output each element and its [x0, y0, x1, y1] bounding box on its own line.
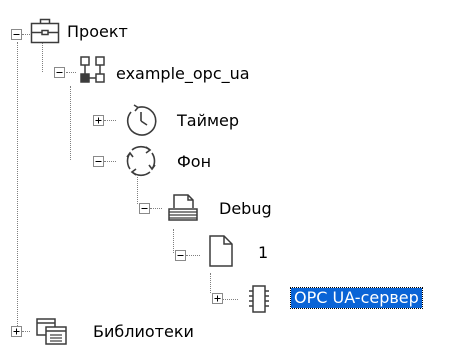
plus-icon — [213, 294, 222, 303]
tree-node-label[interactable]: Таймер — [177, 111, 239, 131]
cycle-arrows-icon — [124, 144, 158, 178]
tree-connector — [22, 34, 30, 35]
tree-node-label-selected[interactable]: OPC UA-сервер — [290, 287, 423, 309]
tree-connector — [104, 120, 116, 121]
project-tree: Проект example_opc_ua Таймер Фон Debug 1… — [0, 0, 463, 354]
tree-connector — [186, 255, 200, 256]
minus-icon — [94, 157, 103, 166]
tree-node-label[interactable]: 1 — [258, 243, 268, 263]
collapse-toggle-background[interactable] — [93, 156, 104, 167]
document-stack-icon — [167, 192, 199, 222]
tree-node-label[interactable]: example_opc_ua — [116, 64, 250, 84]
minus-icon — [12, 30, 21, 39]
plus-icon — [12, 327, 21, 336]
tree-connector — [22, 331, 30, 332]
chip-icon — [248, 284, 270, 314]
collapse-toggle-debug[interactable] — [139, 203, 150, 214]
collapse-toggle-example-opc-ua[interactable] — [54, 67, 65, 78]
document-icon — [208, 234, 234, 268]
tree-connector — [70, 86, 71, 160]
network-nodes-icon — [80, 56, 106, 84]
clock-icon — [124, 104, 158, 138]
tree-node-label[interactable]: Проект — [67, 22, 128, 42]
briefcase-icon — [30, 16, 60, 44]
tree-node-label[interactable]: Debug — [219, 199, 272, 219]
minus-icon — [55, 68, 64, 77]
minus-icon — [176, 251, 185, 260]
expand-toggle-libraries[interactable] — [11, 326, 22, 337]
collapse-toggle-program-1[interactable] — [175, 250, 186, 261]
tree-connector — [173, 229, 174, 253]
tree-connector — [17, 42, 18, 330]
expand-toggle-opc-ua-server[interactable] — [212, 293, 223, 304]
tree-node-label[interactable]: Фон — [177, 152, 211, 172]
tree-connector — [137, 177, 138, 204]
tree-connector — [66, 72, 76, 73]
library-windows-icon — [36, 318, 68, 346]
tree-connector — [210, 273, 211, 293]
expand-toggle-timer[interactable] — [93, 115, 104, 126]
tree-connector — [104, 161, 116, 162]
tree-connector — [222, 299, 238, 300]
minus-icon — [140, 204, 149, 213]
tree-node-label[interactable]: Библиотеки — [93, 322, 194, 342]
tree-connector — [150, 208, 162, 209]
tree-connector — [42, 42, 43, 72]
collapse-toggle-project[interactable] — [11, 29, 22, 40]
plus-icon — [94, 116, 103, 125]
